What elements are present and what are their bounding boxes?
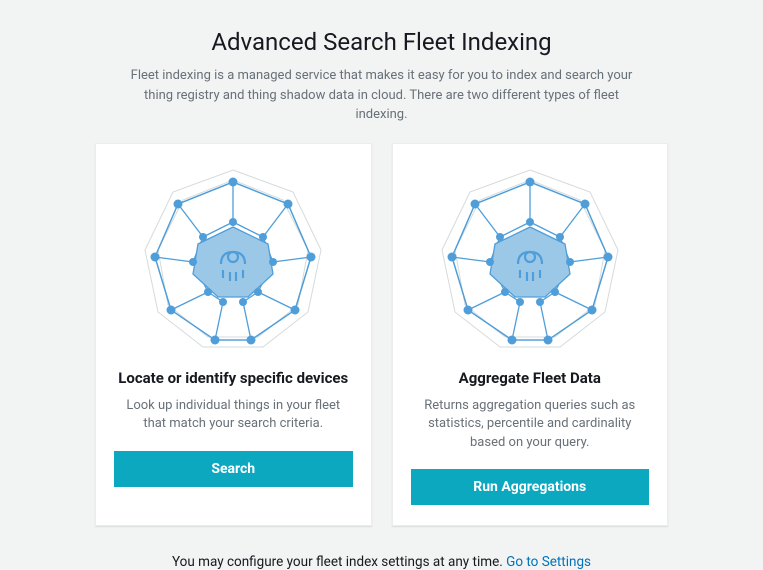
page-header: Advanced Search Fleet Indexing Fleet ind… [95, 28, 668, 125]
network-sphere-icon [430, 162, 630, 357]
footer-message: You may configure your fleet index setti… [172, 554, 506, 570]
go-to-settings-link[interactable]: Go to Settings [506, 554, 591, 570]
card-description: Look up individual things in your fleet … [114, 397, 353, 435]
page-title: Advanced Search Fleet Indexing [95, 28, 668, 56]
card-title: Locate or identify specific devices [118, 369, 348, 387]
cards-row: Locate or identify specific devices Look… [95, 143, 668, 527]
card-aggregate-data: Aggregate Fleet Data Returns aggregation… [392, 143, 669, 527]
network-sphere-icon [133, 162, 333, 357]
search-button[interactable]: Search [114, 451, 353, 487]
card-title: Aggregate Fleet Data [459, 369, 601, 387]
page-subtitle: Fleet indexing is a managed service that… [122, 66, 642, 125]
card-description: Returns aggregation queries such as stat… [411, 397, 650, 454]
footer-text: You may configure your fleet index setti… [95, 554, 668, 570]
run-aggregations-button[interactable]: Run Aggregations [411, 469, 650, 505]
card-locate-devices: Locate or identify specific devices Look… [95, 143, 372, 527]
